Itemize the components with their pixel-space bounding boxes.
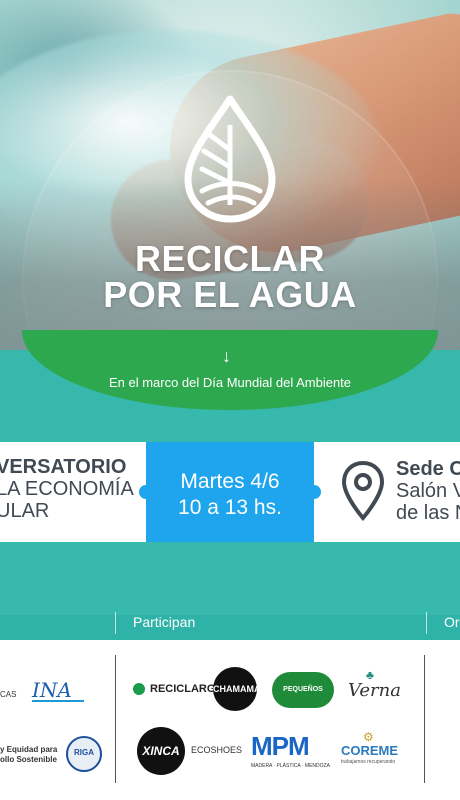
event-title: VERSATORIO LA ECONOMÍA ULAR — [0, 456, 134, 522]
cut-logo-text: CAS — [0, 690, 17, 699]
connector-dot-left — [139, 485, 153, 499]
hero-title-line2: POR EL AGUA — [103, 274, 357, 315]
event-title-line3: ULAR — [0, 500, 50, 522]
logos-panel — [0, 640, 460, 800]
arrow-down-icon: ↓ — [222, 346, 231, 366]
organizers-heading: Or — [444, 614, 460, 630]
coreme-logo-subtitle: trabajamos recuperando — [341, 759, 396, 765]
header-divider-right — [426, 612, 427, 634]
mpm-logo: MPM — [251, 731, 310, 761]
header-divider-left — [115, 612, 116, 634]
water-drop-leaf-icon — [184, 95, 276, 223]
venue: Sede C Salón V de las N — [396, 458, 460, 524]
participants-heading: Participan — [133, 614, 196, 630]
equidad-logo-line2: ollo Sostenible — [0, 755, 57, 764]
venue-line2: Salón V — [396, 480, 460, 502]
venue-line1: Sede C — [396, 458, 460, 480]
connector-dot-right — [307, 485, 321, 499]
event-title-line2: LA ECONOMÍA — [0, 478, 134, 500]
equidad-logo-line1: y Equidad para — [0, 745, 58, 754]
event-time: 10 a 13 hs. — [178, 496, 282, 519]
xinca-logo: XINCA — [137, 727, 185, 775]
riga-logo: RIGA — [66, 736, 102, 772]
coreme-logo: COREME — [341, 743, 399, 758]
logos-divider-right — [424, 655, 425, 783]
verna-logo: Verna — [348, 680, 401, 701]
logos-divider-left — [115, 655, 116, 783]
chamama-logo: CHAMAMA — [213, 667, 261, 711]
hero-banner: RECICLAR POR EL AGUA — [0, 0, 460, 350]
pequenos-verdes-logo: PEQUEÑOS VERDES — [272, 672, 334, 729]
bicycle-icon: ⚙ — [363, 730, 374, 744]
reciclarg-logo: RECICLARG — [150, 683, 216, 695]
reciclarg-icon — [133, 683, 145, 695]
venue-line3: de las N — [396, 502, 460, 524]
ina-logo: INA — [32, 678, 72, 702]
location-pin-icon — [341, 460, 385, 522]
event-date: Martes 4/6 — [180, 470, 280, 493]
event-title-line1: VERSATORIO — [0, 456, 127, 478]
ina-logo-underline — [32, 700, 84, 702]
subtitle: En el marco del Día Mundial del Ambiente — [108, 375, 352, 390]
ecoshoes-logo: ECOSHOES — [191, 745, 243, 755]
mpm-logo-subtitle: MADERA · PLÁSTICA · MENDOZA — [251, 763, 330, 769]
date-box: Martes 4/6 10 a 13 hs. — [146, 442, 314, 542]
